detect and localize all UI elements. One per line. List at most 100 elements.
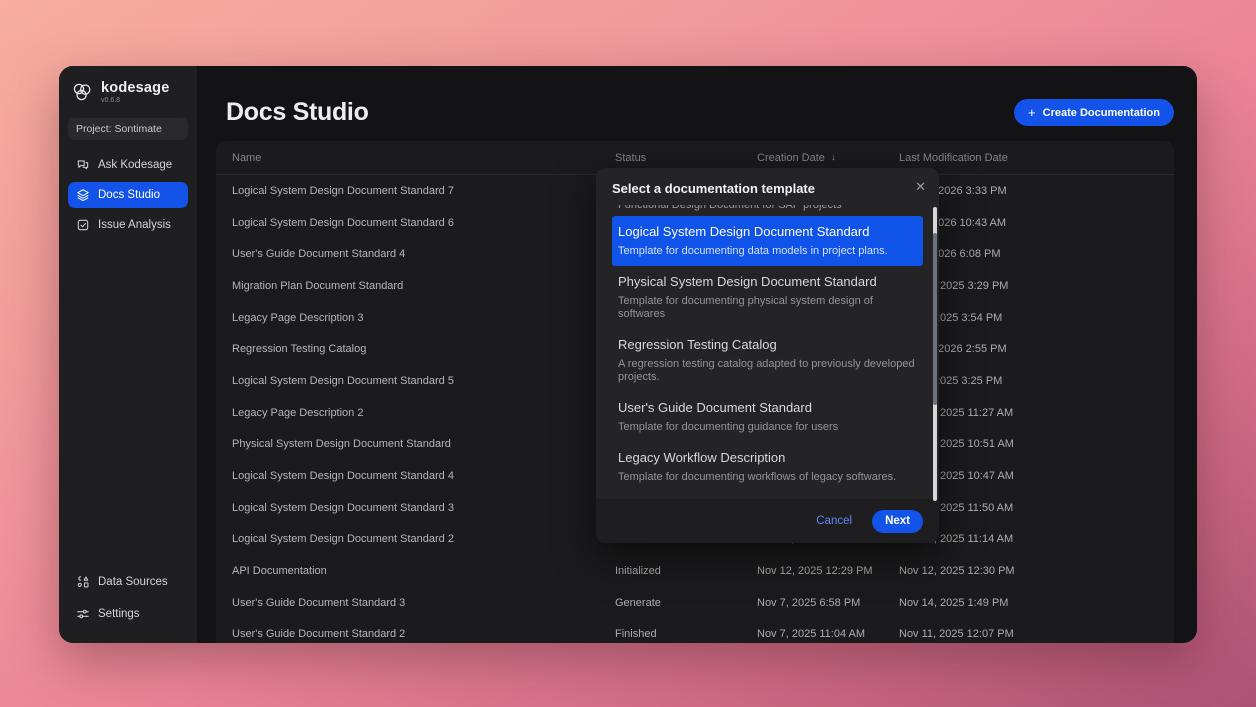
doc-name: User's Guide Document Standard 4: [232, 248, 615, 260]
modal-title: Select a documentation template: [612, 181, 923, 196]
doc-name: Physical System Design Document Standard: [232, 438, 615, 450]
doc-name: Logical System Design Document Standard …: [232, 217, 615, 229]
create-documentation-button[interactable]: + Create Documentation: [1014, 99, 1174, 126]
doc-modification-date: Dec 19, 2025 3:29 PM: [899, 280, 1174, 292]
doc-modification-date: Dec 1, 2025 3:25 PM: [899, 375, 1174, 387]
doc-name: User's Guide Document Standard 2: [232, 628, 615, 640]
doc-modification-date: Nov 12, 2025 12:30 PM: [899, 565, 1174, 577]
template-description: Template for documenting guidance for us…: [618, 421, 917, 434]
template-option-clipped[interactable]: Functional Design Document for SAP proje…: [612, 205, 923, 216]
doc-modification-date: Nov 26, 2025 11:14 AM: [899, 533, 1174, 545]
close-icon[interactable]: ✕: [915, 179, 926, 195]
column-header-last-modification-date[interactable]: Last Modification Date: [899, 152, 1174, 164]
doc-modification-date: Nov 27, 2025 10:47 AM: [899, 470, 1174, 482]
doc-name: Logical System Design Document Standard …: [232, 533, 615, 545]
cancel-button[interactable]: Cancel: [816, 515, 852, 527]
template-option[interactable]: Physical System Design Document Standard…: [612, 266, 923, 329]
sidebar: kodesage v0.6.8 Project: Sontimate Ask K…: [59, 66, 197, 643]
column-header-creation-date[interactable]: Creation Date ↓: [757, 152, 899, 164]
doc-modification-date: Nov 11, 2025 12:07 PM: [899, 628, 1174, 640]
doc-name: Legacy Page Description 2: [232, 407, 615, 419]
doc-name: User's Guide Document Standard 3: [232, 597, 615, 609]
shapes-icon: [76, 575, 90, 589]
doc-modification-date: Jan 5, 2026 6:08 PM: [899, 248, 1174, 260]
template-title: User's Guide Document Standard: [618, 400, 917, 416]
table-row[interactable]: API Documentation Initialized Nov 12, 20…: [216, 555, 1174, 587]
sidebar-item-data-sources[interactable]: Data Sources: [68, 569, 188, 595]
template-option[interactable]: Regression Testing Catalog A regression …: [612, 329, 923, 392]
sidebar-item-issue-analysis[interactable]: Issue Analysis: [68, 212, 188, 238]
template-option[interactable]: User's Guide Document Standard Template …: [612, 392, 923, 442]
template-description: A regression testing catalog adapted to …: [618, 358, 917, 384]
app-version: v0.6.8: [101, 97, 170, 104]
template-option[interactable]: Migration Plan Document Standard: [612, 492, 923, 499]
doc-modification-date: Nov 27, 2025 10:51 AM: [899, 438, 1174, 450]
template-title: Logical System Design Document Standard: [618, 224, 917, 240]
column-header-name[interactable]: Name: [232, 152, 615, 164]
sidebar-item-label: Ask Kodesage: [98, 159, 172, 171]
plus-icon: +: [1028, 106, 1036, 119]
sliders-icon: [76, 607, 90, 621]
template-description: Template for documenting data models in …: [618, 245, 917, 258]
doc-modification-date: Jan 12, 2026 3:33 PM: [899, 185, 1174, 197]
template-title: Regression Testing Catalog: [618, 337, 917, 353]
table-row[interactable]: User's Guide Document Standard 2 Finishe…: [216, 619, 1174, 643]
modal-footer: Cancel Next: [596, 499, 939, 543]
doc-creation-date: Nov 7, 2025 6:58 PM: [757, 597, 899, 609]
project-label: Project: Sontimate: [76, 123, 162, 135]
modal-header: Select a documentation template ✕: [596, 168, 939, 205]
chat-icon: [76, 158, 90, 172]
app-logo: kodesage v0.6.8: [68, 78, 188, 104]
template-title: Physical System Design Document Standard: [618, 274, 917, 290]
create-documentation-label: Create Documentation: [1043, 107, 1160, 119]
doc-name: Logical System Design Document Standard …: [232, 185, 615, 197]
doc-modification-date: Nov 26, 2025 11:50 AM: [899, 502, 1174, 514]
template-option[interactable]: Logical System Design Document Standard …: [612, 216, 923, 266]
sidebar-footer: Data Sources Settings: [68, 569, 188, 627]
doc-status: Initialized: [615, 565, 757, 577]
sidebar-item-label: Issue Analysis: [98, 219, 171, 231]
template-description: Functional Design Document for SAP proje…: [618, 205, 917, 212]
doc-modification-date: Dec 4, 2025 3:54 PM: [899, 312, 1174, 324]
next-button[interactable]: Next: [872, 510, 923, 533]
template-option[interactable]: Legacy Workflow Description Template for…: [612, 442, 923, 492]
sidebar-item-ask-kodesage[interactable]: Ask Kodesage: [68, 152, 188, 178]
template-description: Template for documenting workflows of le…: [618, 471, 917, 484]
page-title: Docs Studio: [226, 98, 369, 127]
sort-descending-icon[interactable]: ↓: [831, 152, 836, 163]
sidebar-nav: Ask Kodesage Docs Studio Issue Analysis: [68, 152, 188, 238]
table-row[interactable]: User's Guide Document Standard 3 Generat…: [216, 587, 1174, 619]
doc-creation-date: Nov 12, 2025 12:29 PM: [757, 565, 899, 577]
template-description: Template for documenting physical system…: [618, 295, 917, 321]
modal-scrollbar-track[interactable]: [933, 207, 937, 501]
doc-name: Migration Plan Document Standard: [232, 280, 615, 292]
doc-name: Logical System Design Document Standard …: [232, 375, 615, 387]
doc-status: Generate: [615, 597, 757, 609]
column-header-status[interactable]: Status: [615, 152, 757, 164]
doc-name: Logical System Design Document Standard …: [232, 502, 615, 514]
doc-modification-date: Jan 6, 2026 10:43 AM: [899, 217, 1174, 229]
modal-scrollbar-thumb[interactable]: [933, 233, 937, 405]
doc-name: Logical System Design Document Standard …: [232, 470, 615, 482]
layers-icon: [76, 188, 90, 202]
sidebar-item-label: Docs Studio: [98, 189, 160, 201]
project-selector[interactable]: Project: Sontimate: [68, 118, 188, 140]
sidebar-item-docs-studio[interactable]: Docs Studio: [68, 182, 188, 208]
kodesage-logo-icon: [70, 80, 94, 104]
check-square-icon: [76, 218, 90, 232]
doc-name: Regression Testing Catalog: [232, 343, 615, 355]
template-title: Legacy Workflow Description: [618, 450, 917, 466]
app-window: kodesage v0.6.8 Project: Sontimate Ask K…: [59, 66, 1197, 643]
template-list: Functional Design Document for SAP proje…: [596, 205, 939, 499]
doc-modification-date: Jan 12, 2026 2:55 PM: [899, 343, 1174, 355]
app-name: kodesage: [101, 81, 170, 95]
main-content: Docs Studio + Create Documentation Name …: [197, 66, 1197, 643]
sidebar-item-label: Settings: [98, 608, 140, 620]
sidebar-item-label: Data Sources: [98, 576, 168, 588]
doc-name: API Documentation: [232, 565, 615, 577]
doc-modification-date: Nov 27, 2025 11:27 AM: [899, 407, 1174, 419]
documentation-template-modal: Select a documentation template ✕ Functi…: [596, 168, 939, 543]
sidebar-item-settings[interactable]: Settings: [68, 601, 188, 627]
doc-status: Finished: [615, 628, 757, 640]
doc-name: Legacy Page Description 3: [232, 312, 615, 324]
